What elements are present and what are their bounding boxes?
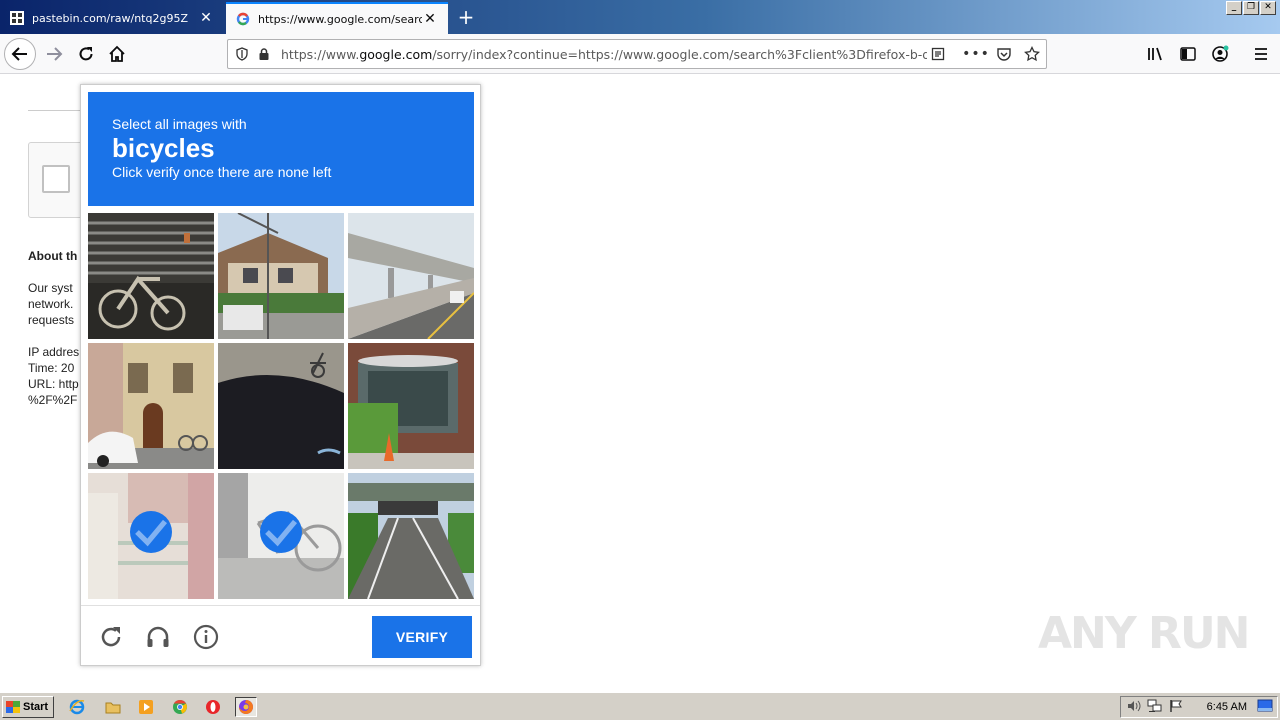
account-icon[interactable]: [1206, 38, 1234, 70]
divider: [28, 110, 88, 111]
bookmark-star-icon[interactable]: [1021, 43, 1043, 65]
image-tile[interactable]: [88, 343, 214, 469]
url-text: https://www.google.com/sorry/index?conti…: [281, 46, 927, 62]
hamburger-menu-icon[interactable]: [1247, 38, 1275, 70]
tab-google[interactable]: https://www.google.com/search?c ✕: [226, 2, 448, 34]
file-explorer-icon[interactable]: [102, 697, 124, 717]
body-text-line: Our syst: [28, 281, 73, 295]
tab-close-icon[interactable]: ✕: [422, 11, 438, 27]
url-line-continued: %2F%2F: [28, 393, 78, 407]
chrome-icon[interactable]: [169, 697, 191, 717]
page-actions-menu-icon[interactable]: •••: [962, 43, 989, 65]
action-center-flag-icon[interactable]: [1169, 699, 1183, 716]
audio-challenge-headphones-icon[interactable]: [144, 623, 172, 651]
address-bar[interactable]: https://www.google.com/sorry/index?conti…: [227, 39, 1047, 69]
anyrun-watermark-logo: ANY RUN: [1038, 608, 1250, 659]
verify-button[interactable]: VERIFY: [372, 616, 472, 658]
image-tile-selected[interactable]: [88, 473, 214, 599]
image-tile[interactable]: [218, 343, 344, 469]
tracking-shield-icon[interactable]: [231, 43, 253, 65]
tab-title: https://www.google.com/search?c: [258, 12, 422, 26]
opera-icon[interactable]: [202, 697, 224, 717]
image-tile[interactable]: [218, 213, 344, 339]
challenge-header: Select all images with bicycles Click ve…: [88, 92, 474, 206]
back-arrow-icon[interactable]: [4, 38, 36, 70]
show-desktop-icon[interactable]: [1257, 699, 1273, 716]
internet-explorer-icon[interactable]: [66, 697, 88, 717]
image-tile[interactable]: [348, 473, 474, 599]
windows-logo-icon: [6, 701, 20, 713]
pastebin-favicon-icon: [10, 11, 24, 25]
padlock-icon[interactable]: [253, 43, 275, 65]
taskbar: Start 6:45 AM: [0, 692, 1280, 720]
library-icon[interactable]: [1142, 38, 1170, 70]
reader-view-icon[interactable]: [927, 43, 949, 65]
image-tile[interactable]: [348, 343, 474, 469]
recaptcha-checkbox[interactable]: [42, 165, 70, 193]
network-icon[interactable]: [1147, 699, 1163, 716]
instruction-text: Select all images with: [112, 116, 247, 132]
body-text-line: requests: [28, 313, 75, 327]
url-line[interactable]: URL: http: [28, 377, 79, 391]
image-tile[interactable]: [348, 213, 474, 339]
verify-instruction-text: Click verify once there are none left: [112, 164, 332, 180]
challenge-footer: VERIFY: [81, 605, 480, 665]
reload-challenge-icon[interactable]: [97, 623, 125, 651]
volume-icon[interactable]: [1127, 700, 1141, 715]
tab-title: pastebin.com/raw/ntq2g95Z: [32, 11, 188, 25]
start-button[interactable]: Start: [2, 696, 54, 718]
check-mark-icon: [260, 511, 302, 553]
check-mark-icon: [130, 511, 172, 553]
image-tile[interactable]: [88, 213, 214, 339]
tab-pastebin[interactable]: pastebin.com/raw/ntq2g95Z ✕: [0, 2, 224, 34]
system-tray: 6:45 AM: [1120, 696, 1278, 718]
info-icon[interactable]: [192, 623, 220, 651]
restore-icon[interactable]: ❐: [1243, 1, 1259, 15]
pocket-icon[interactable]: [993, 43, 1015, 65]
recaptcha-checkbox-card: [28, 142, 88, 218]
recaptcha-challenge: Select all images with bicycles Click ve…: [80, 84, 481, 666]
clock[interactable]: 6:45 AM: [1207, 701, 1247, 713]
navigation-bar: https://www.google.com/sorry/index?conti…: [0, 34, 1280, 74]
minimize-icon[interactable]: _: [1226, 1, 1242, 15]
window-controls: _ ❐ ✕: [1226, 1, 1276, 15]
tab-close-icon[interactable]: ✕: [198, 10, 214, 26]
firefox-icon[interactable]: [235, 697, 257, 717]
body-text-line: network.: [28, 297, 74, 311]
ip-address-line: IP addres: [28, 345, 80, 359]
google-favicon-icon: [236, 12, 250, 26]
home-icon[interactable]: [101, 38, 133, 70]
media-player-icon[interactable]: [135, 697, 157, 717]
close-window-icon[interactable]: ✕: [1260, 1, 1276, 15]
about-heading: About th: [28, 249, 78, 263]
new-tab-plus-icon[interactable]: +: [456, 4, 476, 30]
reload-icon[interactable]: [70, 38, 102, 70]
start-label: Start: [23, 701, 49, 713]
sidebar-toggle-icon[interactable]: [1174, 38, 1202, 70]
image-grid: [88, 213, 474, 599]
target-object-label: bicycles: [112, 133, 215, 163]
forward-arrow-icon[interactable]: [38, 38, 70, 70]
tab-bar: pastebin.com/raw/ntq2g95Z ✕ https://www.…: [0, 0, 1280, 34]
time-line: Time: 20: [28, 361, 75, 375]
image-tile-selected[interactable]: [218, 473, 344, 599]
